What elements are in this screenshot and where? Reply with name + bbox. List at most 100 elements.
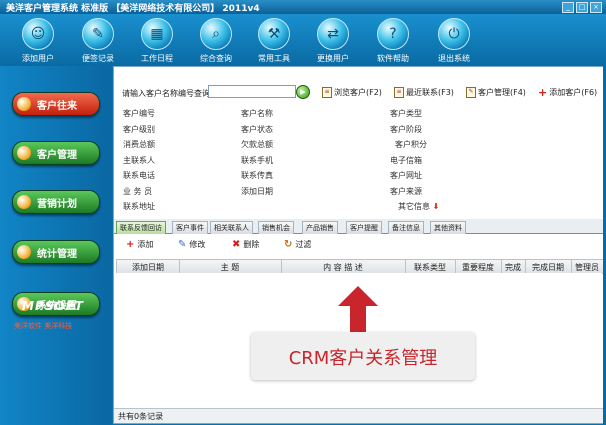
sub-label: 添加 xyxy=(137,240,154,249)
col-subject[interactable]: 主 题 xyxy=(179,262,281,273)
toolbar-label: 综合查询 xyxy=(200,54,232,63)
toolbar-query[interactable]: ⌕ 综合查询 xyxy=(186,18,246,64)
field-add-date: 添加日期 xyxy=(241,187,273,196)
filter-icon: ↻ xyxy=(284,238,293,250)
tab-sales-opportunity[interactable]: 销售机会 xyxy=(258,221,294,234)
edit-record-button[interactable]: ✎ 修改 xyxy=(178,239,205,250)
toolbar-add-user[interactable]: ☺ 添加用户 xyxy=(8,18,68,64)
toolbar-tools[interactable]: ⚒ 常用工具 xyxy=(244,18,304,64)
tab-product-sales[interactable]: 产品销售 xyxy=(302,221,338,234)
col-complete-date[interactable]: 完成日期 xyxy=(525,262,571,273)
field-other-info-label: 其它信息 xyxy=(398,202,430,211)
tab-notes[interactable]: 备注信息 xyxy=(388,221,424,234)
action-label: 添加客户(F6) xyxy=(549,88,598,97)
delete-record-button[interactable]: ✖ 删除 xyxy=(232,239,259,250)
delete-icon: ✖ xyxy=(232,238,241,250)
field-customer-status: 客户状态 xyxy=(241,125,273,134)
add-icon: + xyxy=(126,238,135,250)
field-address: 联系地址 xyxy=(123,202,155,211)
bullet-icon xyxy=(17,195,31,209)
record-count: 共有0条记录 xyxy=(118,412,164,421)
col-admin[interactable]: 管理员 xyxy=(571,262,603,273)
tab-customer-events[interactable]: 客户事件 xyxy=(172,221,208,234)
field-salesperson: 业 务 员 xyxy=(123,187,153,196)
action-label: 浏览客户(F2) xyxy=(334,88,382,97)
toolbar-help[interactable]: ? 软件帮助 xyxy=(363,18,423,64)
col-description[interactable]: 内 容 描 述 xyxy=(281,262,405,273)
title-bar: 美洋客户管理系统 标准版 【美洋网络技术有限公司】 2011v4 _ □ × xyxy=(0,0,606,14)
sidebar-item-label: 营销计划 xyxy=(37,198,77,210)
sidebar-item-label: 统计管理 xyxy=(37,248,77,260)
add-record-button[interactable]: + 添加 xyxy=(126,239,153,250)
sub-label: 修改 xyxy=(189,240,206,249)
tab-related-contacts[interactable]: 相关联系人 xyxy=(210,221,253,234)
edit-doc-icon: ✎ xyxy=(466,87,476,98)
search-row: 请输入客户名称编号查询： ▶ ≡ 浏览客户(F2) ≡ 最近联系(F3) ✎ 客… xyxy=(114,85,604,99)
tools-icon: ⚒ xyxy=(258,18,290,50)
field-customer-stage: 客户阶段 xyxy=(390,125,422,134)
toolbar-exit[interactable]: ⏻ 退出系统 xyxy=(424,18,484,64)
field-customer-type: 客户类型 xyxy=(390,109,422,118)
help-icon: ? xyxy=(377,18,409,50)
bullet-icon xyxy=(17,146,31,160)
browse-customers-button[interactable]: ≡ 浏览客户(F2) xyxy=(322,87,382,98)
sub-label: 过滤 xyxy=(295,240,312,249)
field-source: 客户来源 xyxy=(390,187,422,196)
toolbar-label: 便签记录 xyxy=(82,54,114,63)
edit-icon: ✎ xyxy=(178,238,187,250)
col-importance[interactable]: 重要程度 xyxy=(455,262,501,273)
maximize-button[interactable]: □ xyxy=(576,2,588,13)
window-title: 美洋客户管理系统 标准版 【美洋网络技术有限公司】 2011v4 xyxy=(6,4,260,14)
arrow-down-icon: ⬇ xyxy=(432,202,440,211)
tab-customer-reminder[interactable]: 客户提醒 xyxy=(346,221,382,234)
sidebar-item-label: 客户管理 xyxy=(37,149,77,161)
sidebar-item-marketing-plan[interactable]: 营销计划 xyxy=(12,190,100,214)
toolbar-schedule[interactable]: ▦ 工作日程 xyxy=(127,18,187,64)
field-email: 电子信箱 xyxy=(390,156,422,165)
col-completed[interactable]: 完成 xyxy=(501,262,525,273)
power-icon: ⏻ xyxy=(438,18,470,50)
schedule-icon: ▦ xyxy=(141,18,173,50)
sidebar-item-customer-management[interactable]: 客户管理 xyxy=(12,141,100,165)
tab-contact-feedback[interactable]: 联系反馈回访 xyxy=(116,221,166,234)
field-main-contact: 主联系人 xyxy=(123,156,155,165)
minimize-button[interactable]: _ xyxy=(562,2,574,13)
document-icon: ≡ xyxy=(322,87,332,98)
add-user-icon: ☺ xyxy=(22,18,54,50)
customer-management-button[interactable]: ✎ 客户管理(F4) xyxy=(466,87,526,98)
search-label: 请输入客户名称编号查询： xyxy=(122,89,218,98)
up-arrow-icon xyxy=(338,286,378,332)
toolbar-label: 添加用户 xyxy=(22,54,54,63)
tab-other-data[interactable]: 其他资料 xyxy=(430,221,466,234)
toolbar-label: 更换用户 xyxy=(317,54,349,63)
toolbar-notes[interactable]: ✎ 便签记录 xyxy=(68,18,128,64)
toolbar-label: 软件帮助 xyxy=(377,54,409,63)
toolbar-label: 工作日程 xyxy=(141,54,173,63)
switch-user-icon: ⇄ xyxy=(317,18,349,50)
add-customer-button[interactable]: + 添加客户(F6) xyxy=(538,87,597,98)
main-toolbar: ☺ 添加用户 ✎ 便签记录 ▦ 工作日程 ⌕ 综合查询 ⚒ 常用工具 ⇄ 更换用… xyxy=(0,14,606,66)
recent-contacts-button[interactable]: ≡ 最近联系(F3) xyxy=(394,87,454,98)
filter-record-button[interactable]: ↻ 过滤 xyxy=(284,239,311,250)
field-fax: 联系传真 xyxy=(241,171,273,180)
sidebar-item-customer-contacts[interactable]: 客户往来 xyxy=(12,92,100,116)
go-button[interactable]: ▶ xyxy=(296,85,310,99)
field-other-info[interactable]: 其它信息 ⬇ xyxy=(398,201,439,212)
col-contact-type[interactable]: 联系类型 xyxy=(405,262,455,273)
bullet-icon xyxy=(17,97,31,111)
detail-tabs: 联系反馈回访 客户事件 相关联系人 销售机会 产品销售 客户提醒 备注信息 其他… xyxy=(114,219,604,234)
brand-tagline: 美洋软件 美洋科技 xyxy=(14,322,73,330)
window-controls: _ □ × xyxy=(562,2,602,13)
toolbar-switch-user[interactable]: ⇄ 更换用户 xyxy=(303,18,363,64)
action-label: 客户管理(F4) xyxy=(478,88,526,97)
col-add-date[interactable]: 添加日期 xyxy=(117,262,179,273)
field-customer-points: 客户积分 xyxy=(395,140,427,149)
close-button[interactable]: × xyxy=(590,2,602,13)
overlay-caption: CRM客户关系管理 xyxy=(251,332,475,380)
field-customer-name: 客户名称 xyxy=(241,109,273,118)
status-bar: 共有0条记录 xyxy=(114,408,604,423)
search-input[interactable] xyxy=(208,85,296,98)
sidebar-item-statistics[interactable]: 统计管理 xyxy=(12,240,100,264)
field-customer-level: 客户级别 xyxy=(123,125,155,134)
toolbar-label: 常用工具 xyxy=(258,54,290,63)
